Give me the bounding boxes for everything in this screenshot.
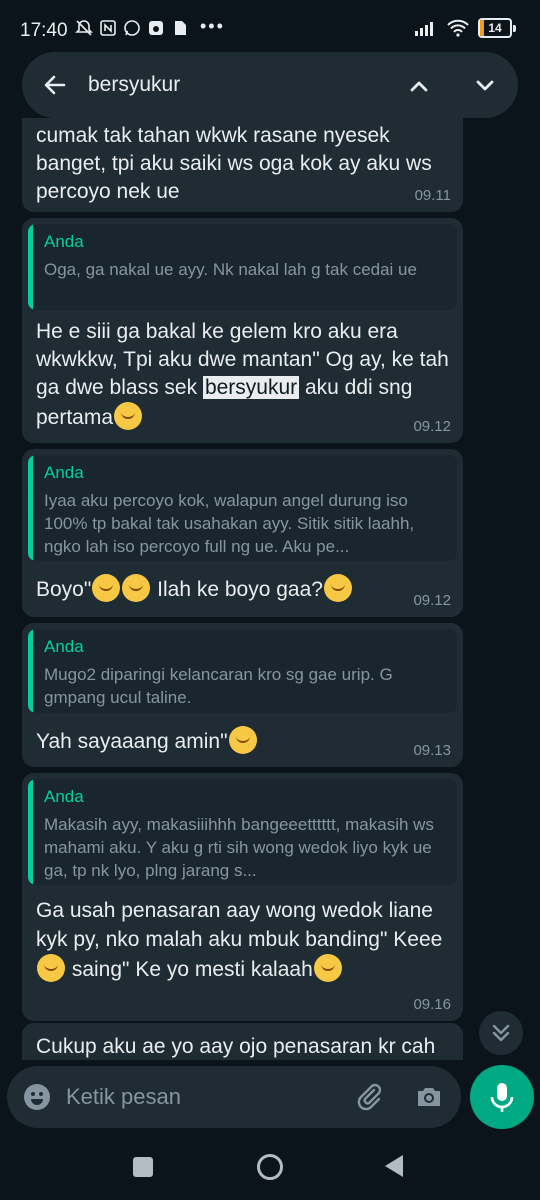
quoted-message[interactable]: Anda Iyaa aku percoyo kok, walapun angel… xyxy=(28,455,457,561)
message-time: 09.12 xyxy=(413,592,451,609)
message-bubble[interactable]: cumak tak tahan wkwk rasane nyesek bange… xyxy=(22,118,463,212)
file-icon xyxy=(175,21,186,35)
message-bubble[interactable]: Anda Oga, ga nakal ue ayy. Nk nakal lah … xyxy=(22,218,463,443)
rolling-laughing-emoji-icon xyxy=(323,574,352,602)
smiling-face-emoji-icon xyxy=(228,726,257,754)
quoted-message[interactable]: Anda Mugo2 diparingi kelancaran kro sg g… xyxy=(28,629,457,713)
quote-author: Anda xyxy=(44,787,84,806)
weary-face-emoji-icon xyxy=(313,954,342,982)
chat-area[interactable]: cumak tak tahan wkwk rasane nyesek bange… xyxy=(0,118,540,1060)
battery-indicator: 14 xyxy=(478,18,512,38)
message-bubble[interactable]: Cukup aku ae yo aay ojo penasaran kr cah xyxy=(22,1023,463,1060)
message-bubble[interactable]: Anda Iyaa aku percoyo kok, walapun angel… xyxy=(22,449,463,617)
back-icon[interactable] xyxy=(385,1155,403,1177)
confounded-face-emoji-icon xyxy=(37,954,65,982)
camera-icon[interactable] xyxy=(414,1082,444,1112)
quote-text: Iyaa aku percoyo kok, walapun angel duru… xyxy=(44,491,415,556)
more-notifications-icon: ••• xyxy=(200,16,225,36)
status-time: 17:40 xyxy=(20,20,68,41)
quoted-message[interactable]: Anda Oga, ga nakal ue ayy. Nk nakal lah … xyxy=(28,224,457,310)
wifi-icon xyxy=(447,19,469,37)
rolling-laughing-emoji-icon xyxy=(122,574,151,602)
double-chevron-down-icon xyxy=(492,1024,510,1042)
message-bubble[interactable]: Anda Makasih ayy, makasiiihhh bangeeettt… xyxy=(22,773,463,1021)
search-input[interactable]: bersyukur xyxy=(88,73,180,97)
quote-text: Mugo2 diparingi kelancaran kro sg gae ur… xyxy=(44,665,393,707)
message-text: Cukup aku ae yo aay ojo penasaran kr cah xyxy=(36,1035,436,1058)
whatsapp-icon xyxy=(124,20,140,36)
search-bar: bersyukur xyxy=(22,52,518,118)
message-time: 09.11 xyxy=(414,187,451,204)
scroll-to-bottom-button[interactable] xyxy=(479,1011,523,1055)
bell-off-icon xyxy=(75,20,93,36)
voice-message-button[interactable] xyxy=(470,1065,534,1129)
status-bar: 17:40 ••• 14 xyxy=(0,0,540,60)
signal-icon xyxy=(415,22,433,36)
chevron-down-icon[interactable] xyxy=(471,72,499,100)
message-input-bar: Ketik pesan xyxy=(7,1066,461,1128)
quote-author: Anda xyxy=(44,637,84,656)
system-nav-bar xyxy=(0,1135,540,1200)
back-arrow-icon[interactable] xyxy=(42,72,68,98)
pleading-face-emoji-icon xyxy=(114,402,143,430)
recent-apps-icon[interactable] xyxy=(133,1157,153,1177)
message-text: Boyo" Ilah ke boyo gaa? xyxy=(36,574,449,604)
microphone-icon xyxy=(490,1083,514,1112)
app-icon xyxy=(149,21,163,35)
quoted-message[interactable]: Anda Makasih ayy, makasiiihhh bangeeettt… xyxy=(28,779,457,885)
quote-text: Makasih ayy, makasiiihhh bangeeetttttt, … xyxy=(44,815,434,880)
quote-author: Anda xyxy=(44,232,84,251)
message-text: cumak tak tahan wkwk rasane nyesek bange… xyxy=(36,124,432,203)
message-text: Yah sayaaang amin" xyxy=(36,726,449,756)
quote-author: Anda xyxy=(44,463,84,482)
nfc-icon xyxy=(100,20,116,36)
search-highlight: bersyukur xyxy=(202,376,300,399)
message-text: Ga usah penasaran aay wong wedok liane k… xyxy=(36,899,443,982)
paperclip-icon[interactable] xyxy=(354,1081,384,1111)
message-time: 09.12 xyxy=(413,418,451,435)
home-icon[interactable] xyxy=(257,1154,283,1180)
message-bubble[interactable]: Anda Mugo2 diparingi kelancaran kro sg g… xyxy=(22,623,463,767)
quote-text: Oga, ga nakal ue ayy. Nk nakal lah g tak… xyxy=(44,260,417,279)
emoji-icon[interactable] xyxy=(23,1083,51,1111)
message-time: 09.16 xyxy=(413,996,451,1013)
message-text: He e siii ga bakal ke gelem kro aku era … xyxy=(36,320,449,430)
chevron-up-icon[interactable] xyxy=(405,72,433,100)
message-input[interactable]: Ketik pesan xyxy=(66,1084,181,1110)
message-time: 09.13 xyxy=(413,742,451,759)
rolling-laughing-emoji-icon xyxy=(92,574,121,602)
